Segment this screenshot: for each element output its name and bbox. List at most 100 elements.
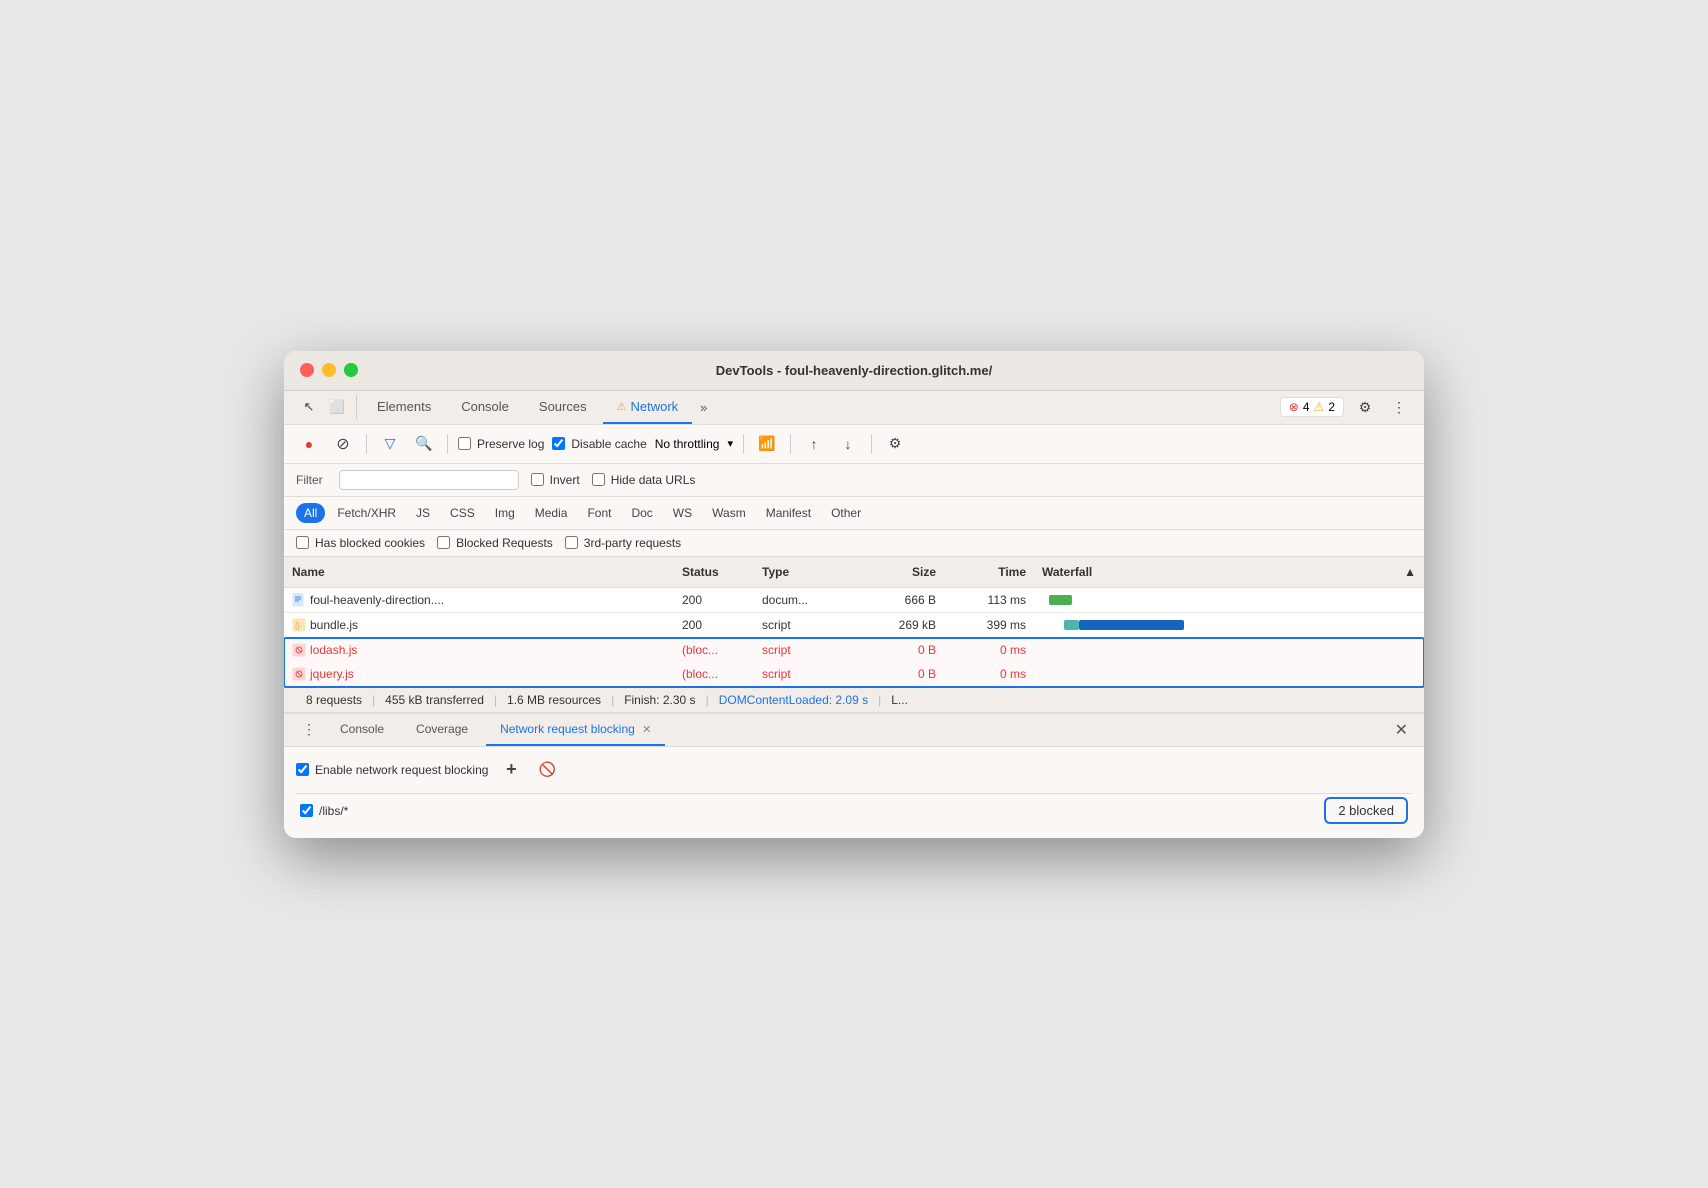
filter-icon[interactable]: ▽ <box>377 431 403 457</box>
th-name[interactable]: Name <box>284 561 674 583</box>
row3-name: jquery.js <box>284 662 674 686</box>
maximize-button[interactable] <box>344 363 358 377</box>
disable-cache-input[interactable] <box>552 437 565 450</box>
bottom-tab-console[interactable]: Console <box>326 714 398 746</box>
script-yellow-icon: {} <box>292 618 306 632</box>
tab-more[interactable]: » <box>694 392 713 423</box>
bottom-panel: ⋮ Console Coverage Network request block… <box>284 712 1424 838</box>
type-js[interactable]: JS <box>408 503 438 523</box>
cursor-icon[interactable]: ↖ <box>296 394 322 420</box>
blocked-requests-checkbox[interactable]: Blocked Requests <box>437 536 553 550</box>
tab-sources-label: Sources <box>539 399 587 414</box>
wifi-icon[interactable]: 📶 <box>754 431 780 457</box>
upload-icon[interactable]: ↑ <box>801 431 827 457</box>
th-size[interactable]: Size <box>854 561 944 583</box>
type-media[interactable]: Media <box>527 503 576 523</box>
row2-name: lodash.js <box>284 638 674 662</box>
bottom-tab-coverage[interactable]: Coverage <box>402 714 482 746</box>
blocked-cookies-checkbox[interactable]: Has blocked cookies <box>296 536 425 550</box>
table-row[interactable]: {} bundle.js 200 script 269 kB 399 ms <box>284 613 1424 638</box>
blocked-badge: 2 blocked <box>1324 797 1408 824</box>
blocked-cookies-input[interactable] <box>296 536 309 549</box>
resources: 1.6 MB resources <box>497 693 611 707</box>
blocking-panel: Enable network request blocking + 🚫 /lib… <box>284 747 1424 838</box>
three-dots-icon[interactable]: ⋮ <box>296 715 322 744</box>
th-status[interactable]: Status <box>674 561 754 583</box>
record-icon[interactable]: ● <box>296 431 322 457</box>
requests-count: 8 requests <box>296 693 372 707</box>
type-fetch-xhr[interactable]: Fetch/XHR <box>329 503 404 523</box>
enable-blocking-checkbox[interactable]: Enable network request blocking <box>296 763 488 777</box>
type-manifest[interactable]: Manifest <box>758 503 819 523</box>
error-count: 4 <box>1303 400 1310 414</box>
svg-text:{}: {} <box>295 623 300 630</box>
bottom-tab-network-blocking[interactable]: Network request blocking ✕ <box>486 714 665 746</box>
type-font[interactable]: Font <box>579 503 619 523</box>
row2-time: 0 ms <box>944 638 1034 662</box>
row3-time: 0 ms <box>944 662 1034 686</box>
type-other[interactable]: Other <box>823 503 869 523</box>
script-blocked-icon <box>292 643 306 657</box>
network-warning-icon: ⚠ <box>617 400 627 413</box>
disable-cache-label: Disable cache <box>571 437 646 451</box>
network-table: Name Status Type Size Time Waterfall ▲ <box>284 557 1424 687</box>
table-row[interactable]: jquery.js (bloc... script 0 B 0 ms <box>284 662 1424 687</box>
type-ws[interactable]: WS <box>665 503 700 523</box>
filter-label: Filter <box>296 473 323 487</box>
tab-network[interactable]: ⚠ Network <box>603 391 693 424</box>
preserve-log-input[interactable] <box>458 437 471 450</box>
more-icon[interactable]: ⋮ <box>1386 394 1412 420</box>
row3-size: 0 B <box>854 662 944 686</box>
minimize-button[interactable] <box>322 363 336 377</box>
close-panel-icon[interactable]: ✕ <box>1391 716 1412 744</box>
table-row[interactable]: foul-heavenly-direction.... 200 docum...… <box>284 588 1424 613</box>
disable-cache-checkbox[interactable]: Disable cache <box>552 437 646 451</box>
clear-icon[interactable]: ⊘ <box>330 431 356 457</box>
blocked-requests-label: Blocked Requests <box>456 536 553 550</box>
type-css[interactable]: CSS <box>442 503 483 523</box>
hide-data-urls-input[interactable] <box>592 473 605 486</box>
tab-console-label: Console <box>461 399 509 414</box>
blocked-requests-input[interactable] <box>437 536 450 549</box>
add-pattern-icon[interactable]: + <box>498 757 524 783</box>
net-settings-icon[interactable]: ⚙ <box>882 431 908 457</box>
table-row[interactable]: lodash.js (bloc... script 0 B 0 ms <box>284 638 1424 663</box>
filter-input[interactable] <box>346 473 486 487</box>
hide-data-urls-checkbox[interactable]: Hide data URLs <box>592 473 696 487</box>
network-toolbar: ● ⊘ ▽ 🔍 Preserve log Disable cache No th… <box>284 425 1424 464</box>
row1-size: 269 kB <box>854 613 944 637</box>
close-tab-icon[interactable]: ✕ <box>642 724 651 736</box>
enable-blocking-input[interactable] <box>296 763 309 776</box>
type-img[interactable]: Img <box>487 503 523 523</box>
type-doc[interactable]: Doc <box>623 503 660 523</box>
pattern-input[interactable] <box>300 804 313 817</box>
th-type[interactable]: Type <box>754 561 854 583</box>
tab-elements[interactable]: Elements <box>363 391 445 424</box>
type-all[interactable]: All <box>296 503 325 523</box>
row1-status: 200 <box>674 613 754 637</box>
close-button[interactable] <box>300 363 314 377</box>
extra-filter-bar: Has blocked cookies Blocked Requests 3rd… <box>284 530 1424 557</box>
search-icon[interactable]: 🔍 <box>411 431 437 457</box>
tab-console[interactable]: Console <box>447 391 523 424</box>
throttle-select[interactable]: No throttling <box>655 437 720 451</box>
preserve-log-checkbox[interactable]: Preserve log <box>458 437 544 451</box>
invert-label: Invert <box>550 473 580 487</box>
type-wasm[interactable]: Wasm <box>704 503 754 523</box>
third-party-checkbox[interactable]: 3rd-party requests <box>565 536 681 550</box>
inspect-icon[interactable]: ⬜ <box>324 394 350 420</box>
tab-bar: ↖ ⬜ Elements Console Sources ⚠ Network »… <box>284 391 1424 425</box>
tab-sources[interactable]: Sources <box>525 391 601 424</box>
th-waterfall[interactable]: Waterfall ▲ <box>1034 561 1424 583</box>
blocking-header: Enable network request blocking + 🚫 <box>296 757 1412 794</box>
third-party-input[interactable] <box>565 536 578 549</box>
pattern-checkbox[interactable]: /libs/* <box>300 804 348 818</box>
devtools-window: DevTools - foul-heavenly-direction.glitc… <box>284 351 1424 838</box>
invert-input[interactable] <box>531 473 544 486</box>
invert-checkbox[interactable]: Invert <box>531 473 580 487</box>
settings-icon[interactable]: ⚙ <box>1352 394 1378 420</box>
clear-patterns-icon[interactable]: 🚫 <box>534 757 560 783</box>
th-time[interactable]: Time <box>944 561 1034 583</box>
download-icon[interactable]: ↓ <box>835 431 861 457</box>
row1-time: 399 ms <box>944 613 1034 637</box>
